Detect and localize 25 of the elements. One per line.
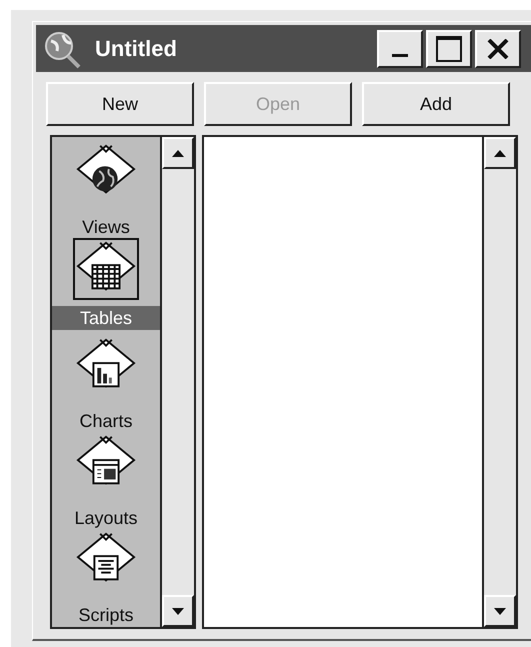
scroll-up-arrow-icon	[172, 150, 184, 156]
minimize-button[interactable]	[377, 30, 423, 68]
document-type-label[interactable]: Tables	[52, 306, 160, 330]
scroll-up-button[interactable]	[162, 137, 194, 169]
scroll-down-arrow-icon	[494, 608, 506, 614]
document-type-label[interactable]: Charts	[73, 409, 138, 433]
document-type-label[interactable]: Layouts	[68, 506, 144, 530]
scroll-down-button[interactable]	[484, 595, 516, 627]
close-icon	[487, 38, 509, 58]
scroll-down-arrow-icon	[172, 608, 184, 614]
document-type-label[interactable]: Views	[76, 215, 136, 239]
scrollbar[interactable]	[160, 137, 194, 627]
document-type-item[interactable]	[73, 238, 139, 300]
toolbar-button[interactable]: New	[46, 82, 194, 126]
close-button[interactable]	[475, 30, 521, 68]
scroll-up-arrow-icon	[494, 150, 506, 156]
minimize-icon	[392, 54, 408, 57]
toolbar-button[interactable]: Add	[362, 82, 510, 126]
maximize-button[interactable]	[426, 30, 472, 68]
maximize-icon	[436, 36, 462, 62]
scroll-up-button[interactable]	[484, 137, 516, 169]
document-type-label[interactable]: Scripts	[72, 603, 140, 627]
scroll-down-button[interactable]	[162, 595, 194, 627]
window-title: Untitled	[95, 36, 178, 62]
scrollbar[interactable]	[482, 137, 516, 627]
